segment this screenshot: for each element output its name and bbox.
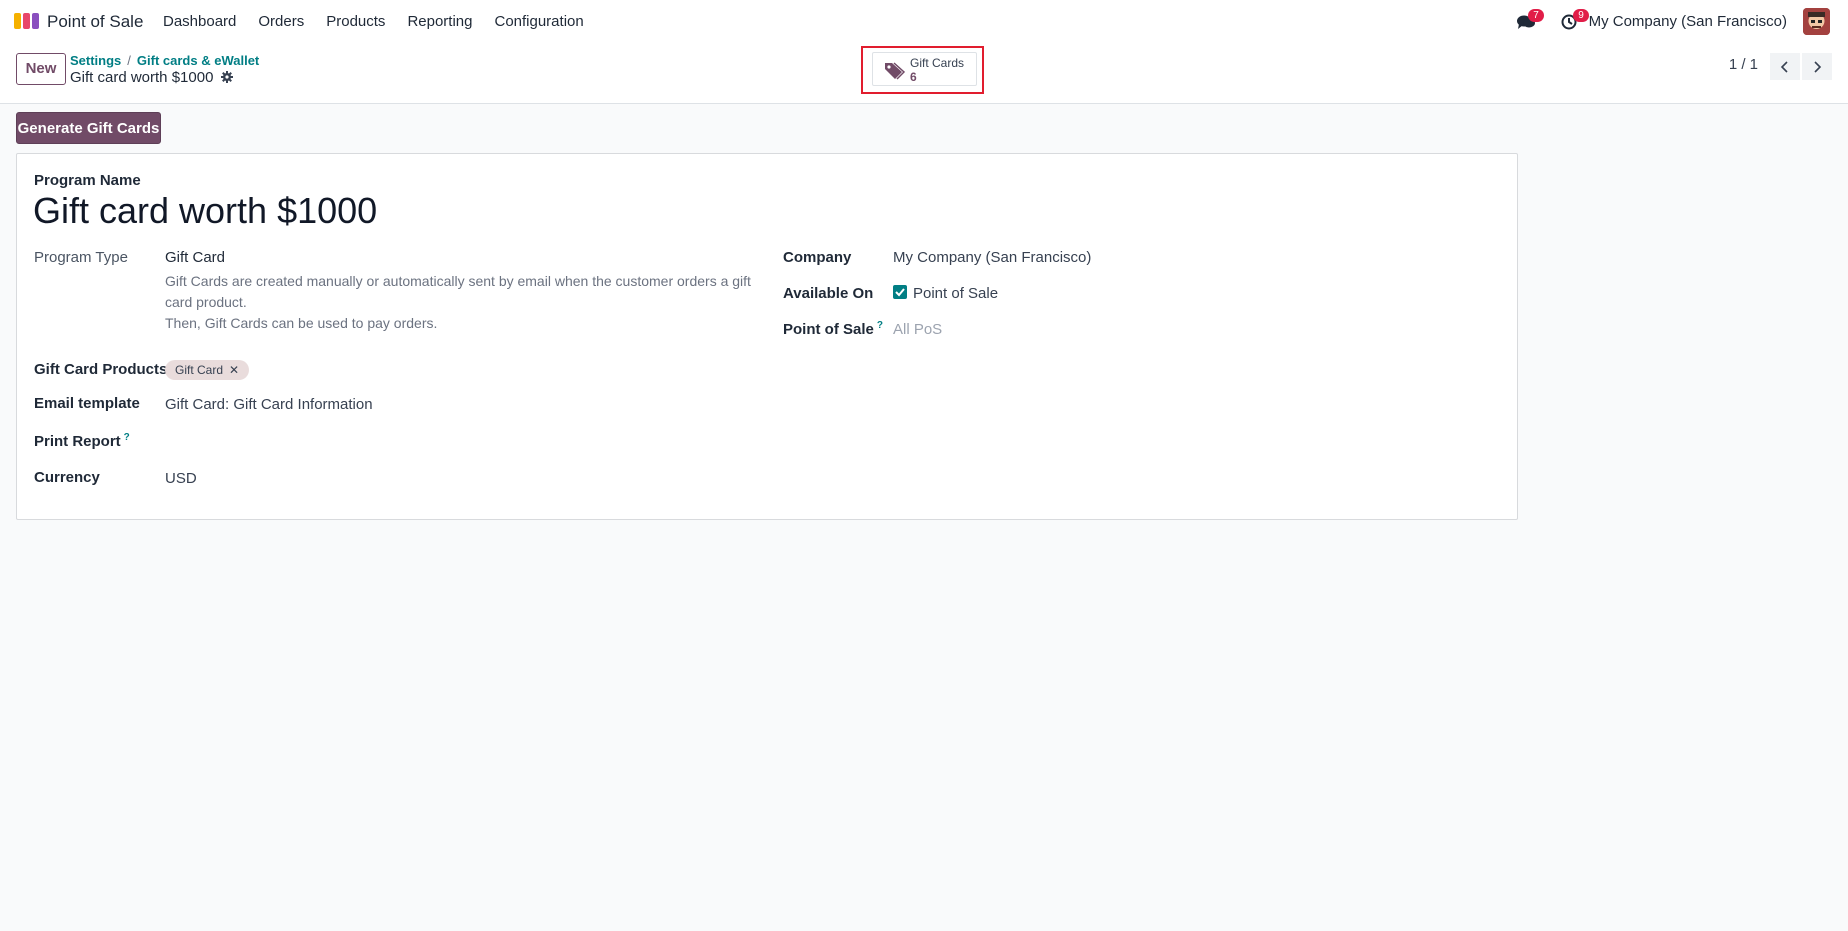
product-tag-label: Gift Card (175, 363, 224, 377)
smart-button-label: Gift Cards (910, 56, 965, 70)
gift-cards-smart-button[interactable]: Gift Cards 6 (872, 52, 977, 86)
currency-field[interactable]: USD (165, 470, 197, 487)
email-template-field[interactable]: Gift Card: Gift Card Information (165, 396, 373, 413)
record-title-text: Gift card worth $1000 (70, 69, 214, 86)
user-avatar[interactable] (1803, 8, 1830, 35)
menu-orders[interactable]: Orders (258, 13, 304, 30)
point-of-sale-label: Point of Sale? (783, 320, 883, 338)
activities-button[interactable]: 9 (1561, 9, 1589, 31)
smart-button-count: 6 (910, 70, 917, 84)
chevron-right-icon (1814, 60, 1822, 73)
pager-next-button[interactable] (1802, 53, 1832, 80)
print-report-label: Print Report? (34, 432, 130, 450)
print-report-label-text: Print Report (34, 433, 121, 450)
form-sheet: Program Name Gift card worth $1000 Progr… (16, 153, 1518, 520)
remove-tag-icon[interactable]: ✕ (229, 363, 239, 377)
check-icon (895, 288, 905, 297)
program-type-desc-line-1: Gift Cards are created manually or autom… (165, 273, 751, 310)
generate-gift-cards-button[interactable]: Generate Gift Cards (16, 112, 161, 144)
menu-dashboard[interactable]: Dashboard (163, 13, 236, 30)
activities-count-badge: 9 (1573, 9, 1589, 22)
program-type-description: Gift Cards are created manually or autom… (165, 271, 765, 334)
new-button[interactable]: New (16, 53, 66, 85)
breadcrumb: Settings / Gift cards & eWallet (70, 53, 259, 68)
help-icon[interactable]: ? (877, 320, 883, 331)
company-field[interactable]: My Company (San Francisco) (893, 249, 1091, 266)
pager-value[interactable]: 1 / 1 (1729, 56, 1758, 73)
program-name-input[interactable]: Gift card worth $1000 (33, 190, 377, 232)
top-navbar: Point of Sale Dashboard Orders Products … (0, 0, 1848, 44)
breadcrumb-settings[interactable]: Settings (70, 53, 121, 68)
record-title: Gift card worth $1000 (70, 69, 233, 86)
messages-count-badge: 7 (1528, 9, 1544, 22)
company-switcher[interactable]: My Company (San Francisco) (1589, 13, 1787, 30)
messages-button[interactable]: 7 (1516, 9, 1544, 31)
menu-configuration[interactable]: Configuration (494, 13, 583, 30)
product-tag[interactable]: Gift Card ✕ (165, 360, 250, 380)
breadcrumb-gift-cards-ewallet[interactable]: Gift cards & eWallet (137, 53, 259, 68)
menu-reporting[interactable]: Reporting (407, 13, 472, 30)
breadcrumb-separator: / (127, 53, 131, 68)
menu-products[interactable]: Products (326, 13, 385, 30)
company-label: Company (783, 249, 852, 266)
available-on-label: Available On (783, 285, 874, 302)
app-name[interactable]: Point of Sale (47, 12, 143, 32)
currency-label: Currency (34, 469, 100, 486)
gear-icon[interactable] (220, 71, 233, 83)
gift-card-products-label: Gift Card Products (34, 361, 168, 378)
point-of-sale-label-text: Point of Sale (783, 321, 874, 338)
point-of-sale-field[interactable]: All PoS (893, 321, 942, 338)
chevron-left-icon (1780, 60, 1788, 73)
pager-previous-button[interactable] (1770, 53, 1800, 80)
program-type-desc-line-2: Then, Gift Cards can be used to pay orde… (165, 315, 438, 331)
email-template-label: Email template (34, 395, 140, 412)
program-type-label: Program Type (34, 249, 128, 266)
program-name-label: Program Name (34, 172, 141, 189)
program-type-field[interactable]: Gift Card (165, 249, 225, 266)
tags-icon (885, 62, 905, 80)
help-icon[interactable]: ? (124, 432, 130, 443)
pos-checkbox[interactable] (893, 285, 907, 299)
available-on-pos-label[interactable]: Point of Sale (913, 285, 998, 302)
pos-app-icon[interactable] (13, 11, 40, 31)
main-menu: Dashboard Orders Products Reporting Conf… (163, 13, 606, 30)
